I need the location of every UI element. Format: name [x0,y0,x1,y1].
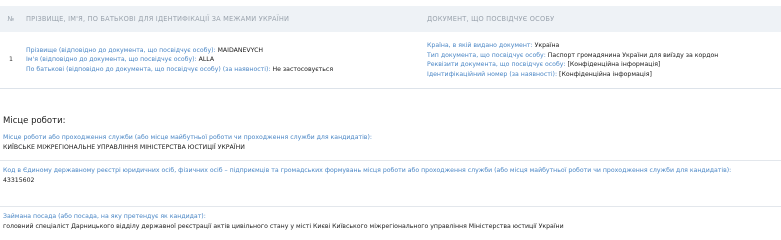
requisites-label: Реквізити документа, що посвідчує особу: [427,61,566,68]
idnum-line: Ідентифікаційний номер (за наявності): [… [427,70,781,80]
idnum-value: [Конфіденційна інформація] [559,70,652,78]
country-line: Країна, в якій видано документ: Україна [427,41,781,51]
registry-code-value: 43315602 [3,176,35,184]
table-row: 1 Прізвище (відповідно до документа, що … [0,32,781,89]
position-value: головний спеціаліст Дарницького відділу … [3,222,564,230]
row-number: 1 [9,56,13,64]
name-cell: Прізвище (відповідно до документа, що по… [22,46,423,75]
doctype-value: Паспорт громадянина України для виїзду з… [547,51,719,59]
registry-code-field: Код в Єдиному державному реєстрі юридичн… [3,166,778,185]
position-label: Займана посада (або посада, на яку прете… [3,213,206,220]
position-field: Займана посада (або посада, на яку прете… [3,212,778,231]
requisites-value: [Конфіденційна інформація] [567,61,661,68]
table-header: № ПРІЗВИЩЕ, ІМ'Я, ПО БАТЬКОВІ ДЛЯ ІДЕНТИ… [0,6,781,32]
country-value: Україна [534,42,560,49]
surname-value: MAIDANEVYCH [217,46,264,54]
doctype-label: Тип документа, що посвідчує особу: [427,51,546,59]
patronymic-value: Не застосовується [272,65,334,73]
identity-table: № ПРІЗВИЩЕ, ІМ'Я, ПО БАТЬКОВІ ДЛЯ ІДЕНТИ… [0,6,781,89]
patronymic-label: По батькові (відповідно до документа, що… [26,65,271,73]
country-label: Країна, в якій видано документ: [427,42,533,49]
requisites-line: Реквізити документа, що посвідчує особу:… [427,60,781,70]
patronymic-line: По батькові (відповідно до документа, що… [26,65,423,75]
divider [0,160,781,161]
work-place-field: Місце роботи або проходження служби (або… [3,133,778,152]
declaration-section: № ПРІЗВИЩЕ, ІМ'Я, ПО БАТЬКОВІ ДЛЯ ІДЕНТИ… [0,0,781,239]
header-number: № [7,15,15,23]
given-name-label: Ім'я (відповідно до документа, що посвід… [26,56,197,64]
header-name: ПРІЗВИЩЕ, ІМ'Я, ПО БАТЬКОВІ ДЛЯ ІДЕНТИФІ… [26,15,290,23]
registry-code-label: Код в Єдиному державному реєстрі юридичн… [3,167,732,174]
divider [0,206,781,207]
doctype-line: Тип документа, що посвідчує особу: Паспо… [427,51,781,61]
surname-line: Прізвище (відповідно до документа, що по… [26,46,423,56]
document-cell: Країна, в якій видано документ: Україна … [423,41,781,79]
idnum-label: Ідентифікаційний номер (за наявності): [427,70,558,78]
given-name-line: Ім'я (відповідно до документа, що посвід… [26,55,423,65]
work-place-value: КИЇВСЬКЕ МІЖРЕГІОНАЛЬНЕ УПРАВЛІННЯ МІНІС… [3,143,245,151]
surname-label: Прізвище (відповідно до документа, що по… [26,46,216,54]
header-document: ДОКУМЕНТ, ЩО ПОСВІДЧУЄ ОСОБУ [427,15,555,23]
work-place-label: Місце роботи або проходження служби (або… [3,134,372,141]
work-section-title: Місце роботи: [3,116,66,126]
given-name-value: ALLA [198,56,215,64]
